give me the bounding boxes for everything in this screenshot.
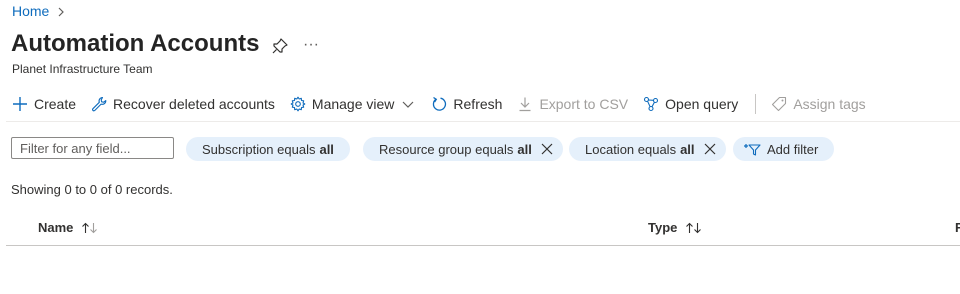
- gear-icon: [290, 96, 306, 112]
- location-filter-pill[interactable]: Location equals all: [569, 137, 726, 161]
- subscription-filter-pill[interactable]: Subscription equals all: [186, 137, 350, 161]
- records-count: Showing 0 to 0 of 0 records.: [11, 182, 173, 197]
- column-header-type-label: Type: [648, 220, 678, 235]
- sort-icon: [686, 222, 702, 233]
- close-icon[interactable]: [541, 143, 553, 155]
- subscription-filter-value: all: [319, 141, 334, 157]
- wrench-icon: [92, 96, 107, 112]
- close-icon[interactable]: [704, 143, 716, 155]
- assign-tags-button[interactable]: Assign tags: [771, 96, 866, 112]
- page-subtitle: Planet Infrastructure Team: [12, 62, 153, 76]
- breadcrumb-home-link[interactable]: Home: [12, 3, 49, 19]
- add-filter-label: Add filter: [767, 141, 819, 157]
- export-to-csv-button[interactable]: Export to CSV: [517, 96, 628, 112]
- page-title: Automation Accounts: [11, 30, 260, 57]
- refresh-icon: [433, 96, 447, 111]
- open-query-label: Open query: [665, 96, 739, 112]
- chevron-right-icon: [55, 5, 67, 17]
- download-icon: [519, 97, 531, 112]
- manage-view-label: Manage view: [311, 96, 395, 112]
- create-button[interactable]: Create: [12, 96, 76, 112]
- plus-icon: [13, 97, 27, 111]
- command-bar: Create Recover deleted accounts Manage v…: [12, 92, 881, 116]
- assign-tags-label: Assign tags: [793, 96, 866, 112]
- toolbar-separator: [755, 94, 757, 114]
- filter-input[interactable]: [11, 137, 174, 159]
- recover-label: Recover deleted accounts: [113, 96, 275, 112]
- resource-group-filter-value: all: [517, 141, 532, 157]
- breadcrumb: Home: [12, 3, 67, 19]
- refresh-label: Refresh: [453, 96, 503, 112]
- query-icon: [644, 96, 659, 112]
- column-header-clipped[interactable]: F: [955, 220, 960, 235]
- tag-icon: [772, 96, 787, 112]
- column-header-name-label: Name: [38, 220, 74, 235]
- location-filter-label: Location equals: [585, 141, 677, 157]
- resource-group-filter-label: Resource group equals: [379, 141, 514, 157]
- recover-deleted-accounts-button[interactable]: Recover deleted accounts: [91, 96, 275, 112]
- chevron-down-icon: [402, 101, 414, 108]
- open-query-button[interactable]: Open query: [643, 96, 738, 112]
- refresh-button[interactable]: Refresh: [431, 96, 502, 112]
- column-header-type[interactable]: Type: [648, 220, 703, 235]
- subscription-filter-label: Subscription equals: [202, 141, 316, 157]
- create-label: Create: [34, 96, 77, 112]
- location-filter-value: all: [680, 141, 695, 157]
- resource-group-filter-pill[interactable]: Resource group equals all: [363, 137, 563, 161]
- add-filter-icon: [744, 144, 761, 156]
- toolbar-divider: [6, 121, 960, 122]
- add-filter-button[interactable]: Add filter: [733, 137, 835, 161]
- sort-icon: [82, 222, 98, 233]
- manage-view-dropdown[interactable]: Manage view: [290, 96, 417, 112]
- ellipsis-icon[interactable]: ···: [303, 36, 319, 54]
- column-header-name[interactable]: Name: [38, 220, 99, 235]
- export-label: Export to CSV: [539, 96, 629, 112]
- table-header-divider: [6, 245, 960, 246]
- pin-icon[interactable]: [271, 37, 289, 55]
